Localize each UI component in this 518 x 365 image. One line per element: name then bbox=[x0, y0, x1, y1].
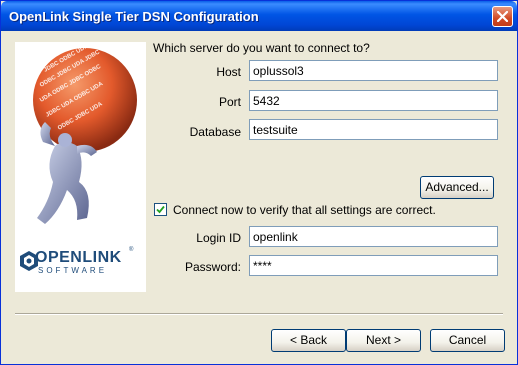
host-field[interactable] bbox=[249, 60, 498, 81]
port-label: Port bbox=[218, 95, 241, 109]
password-label: Password: bbox=[184, 260, 241, 274]
login-id-label: Login ID bbox=[196, 231, 241, 245]
database-field[interactable] bbox=[249, 119, 498, 140]
cancel-button[interactable]: Cancel bbox=[430, 329, 505, 352]
host-label: Host bbox=[216, 65, 241, 79]
footer-divider bbox=[15, 313, 503, 315]
brand-subtitle: SOFTWARE bbox=[38, 266, 108, 275]
dsn-config-dialog: OpenLink Single Tier DSN Configuration J… bbox=[0, 0, 518, 365]
server-prompt: Which server do you want to connect to? bbox=[153, 41, 370, 55]
close-button[interactable] bbox=[492, 6, 513, 27]
brand-name: OPENLINK bbox=[35, 249, 122, 266]
port-field[interactable] bbox=[249, 90, 498, 111]
checkmark-icon bbox=[156, 205, 165, 214]
brand-trademark: ® bbox=[129, 247, 134, 253]
password-field[interactable] bbox=[249, 255, 498, 276]
back-button[interactable]: < Back bbox=[271, 329, 346, 352]
title-bar[interactable]: OpenLink Single Tier DSN Configuration bbox=[1, 1, 517, 31]
advanced-button[interactable]: Advanced... bbox=[420, 176, 494, 199]
connect-now-checkbox[interactable] bbox=[154, 203, 167, 216]
window-title: OpenLink Single Tier DSN Configuration bbox=[9, 9, 259, 24]
connect-now-label[interactable]: Connect now to verify that all settings … bbox=[173, 203, 436, 217]
login-id-field[interactable] bbox=[249, 226, 498, 247]
next-button[interactable]: Next > bbox=[346, 329, 421, 352]
database-label: Database bbox=[189, 125, 241, 139]
close-icon bbox=[497, 11, 508, 22]
